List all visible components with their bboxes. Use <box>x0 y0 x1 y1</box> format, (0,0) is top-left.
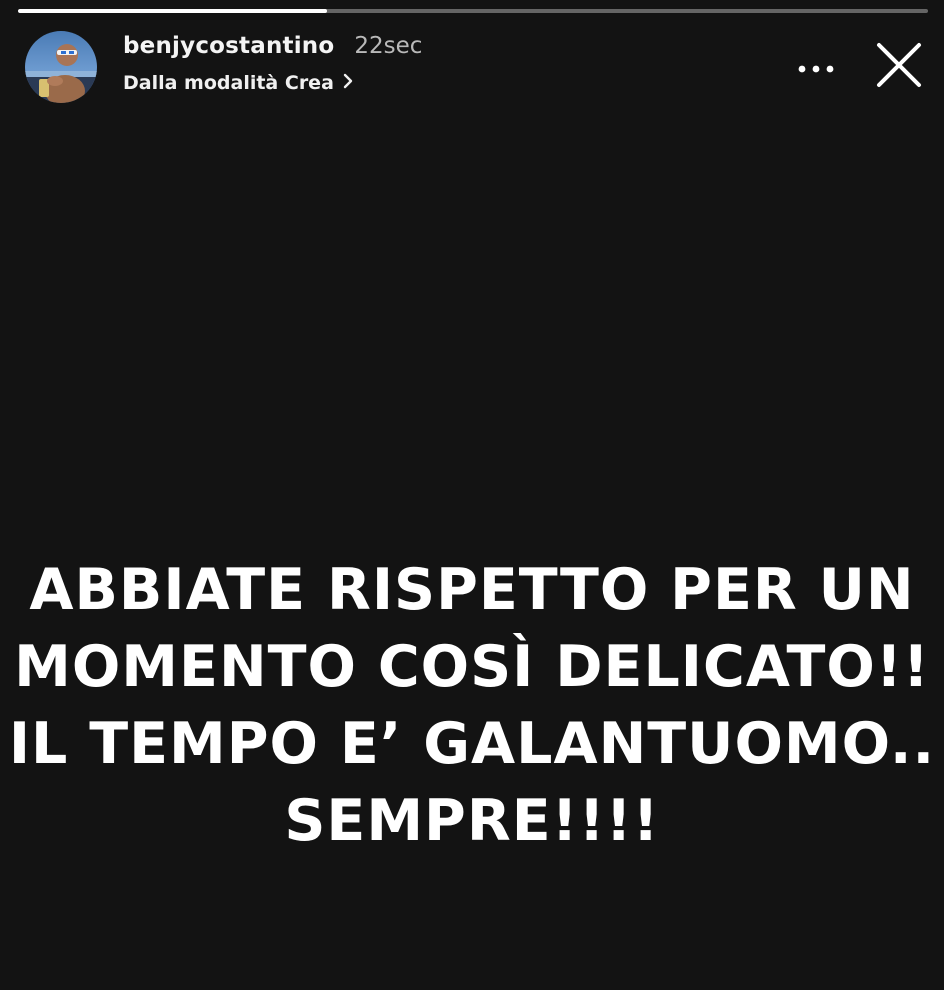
more-horizontal-icon <box>798 58 834 77</box>
story-progress-bar <box>18 9 928 13</box>
story-timestamp: 22sec <box>354 33 423 59</box>
close-icon <box>876 42 922 92</box>
create-mode-link[interactable]: Dalla modalità Crea <box>123 72 353 94</box>
avatar-image <box>25 31 97 103</box>
story-message-line: SEMPRE!!!! <box>284 788 660 854</box>
create-mode-label: Dalla modalità Crea <box>123 72 334 94</box>
username[interactable]: benjycostantino <box>123 33 334 59</box>
user-line: benjycostantino 22sec <box>123 33 422 59</box>
story-message: ABBIATE RISPETTO PER UN MOMENTO COSÌ DEL… <box>0 552 944 860</box>
story-message-line: ABBIATE RISPETTO PER UN <box>29 557 915 623</box>
story-message-line: MOMENTO COSÌ DELICATO!! <box>14 634 930 700</box>
close-button[interactable] <box>874 42 924 92</box>
avatar[interactable] <box>25 31 97 103</box>
chevron-right-icon <box>343 73 353 93</box>
more-options-button[interactable] <box>794 54 838 80</box>
story-progress-fill <box>18 9 328 13</box>
story-message-line: IL TEMPO E’ GALANTUOMO.. <box>8 711 936 777</box>
story-header: benjycostantino 22sec Dalla modalità Cre… <box>25 30 924 104</box>
story-viewer[interactable]: benjycostantino 22sec Dalla modalità Cre… <box>0 0 944 990</box>
